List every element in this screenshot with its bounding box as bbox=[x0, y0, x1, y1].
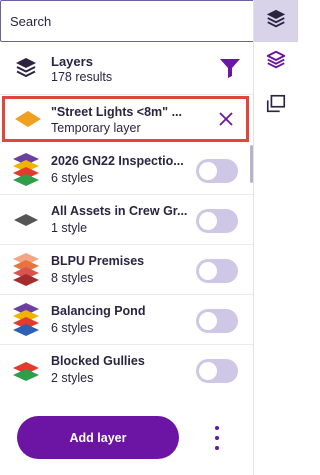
toggle-knob bbox=[199, 312, 217, 330]
close-icon[interactable] bbox=[215, 108, 237, 130]
layer-styles: 2 styles bbox=[51, 371, 94, 385]
temporary-layer-subtitle: Temporary layer bbox=[51, 121, 141, 135]
dot bbox=[215, 446, 219, 450]
layer-name: All Assets in Crew Gr... bbox=[51, 204, 188, 218]
toggle-knob bbox=[199, 362, 217, 380]
funnel-icon[interactable] bbox=[219, 57, 241, 84]
layer-row[interactable]: 2026 GN22 Inspectio... 6 styles bbox=[0, 145, 253, 195]
layer-styles: 6 styles bbox=[51, 321, 94, 335]
multi-style-layer-icon bbox=[11, 152, 41, 188]
layers-panel: Layers 178 results 2026 GN22 Inspectio..… bbox=[0, 0, 254, 475]
panel-footer: Add layer bbox=[0, 395, 253, 475]
layer-visibility-toggle[interactable] bbox=[196, 209, 238, 233]
layer-visibility-toggle[interactable] bbox=[196, 259, 238, 283]
temporary-layer-name: "Street Lights <8m" ... bbox=[51, 105, 182, 119]
dot bbox=[215, 426, 219, 430]
layer-name: 2026 GN22 Inspectio... bbox=[51, 154, 184, 168]
layer-row[interactable]: BLPU Premises 8 styles bbox=[0, 245, 253, 295]
layer-styles: 1 style bbox=[51, 221, 88, 235]
layers-stack-icon bbox=[14, 56, 38, 85]
layer-name: Balancing Pond bbox=[51, 304, 146, 318]
layer-row[interactable]: All Assets in Crew Gr... 1 style bbox=[0, 195, 253, 245]
dot bbox=[215, 436, 219, 440]
toggle-knob bbox=[199, 262, 217, 280]
temporary-layer-row[interactable]: "Street Lights <8m" ... Temporary layer bbox=[2, 96, 249, 142]
layers-title: Layers bbox=[51, 54, 93, 69]
layer-row[interactable]: Blocked Gullies 2 styles bbox=[0, 345, 253, 394]
results-count: 178 results bbox=[51, 70, 113, 84]
layer-visibility-toggle[interactable] bbox=[196, 159, 238, 183]
single-style-layer-icon bbox=[11, 202, 41, 238]
rail-layers-button[interactable] bbox=[254, 0, 298, 42]
layer-styles: 6 styles bbox=[51, 171, 94, 185]
add-layer-button[interactable]: Add layer bbox=[17, 416, 179, 459]
diamond-layer-icon bbox=[13, 109, 43, 134]
copy-windows-icon bbox=[265, 93, 287, 120]
two-style-layer-icon bbox=[11, 352, 41, 388]
multi-style-layer-icon bbox=[11, 252, 41, 288]
rail-windows-button[interactable] bbox=[254, 86, 298, 126]
rail-layers-outline-button[interactable] bbox=[254, 42, 298, 82]
layer-visibility-toggle[interactable] bbox=[196, 359, 238, 383]
more-vertical-icon[interactable] bbox=[209, 426, 225, 450]
toggle-knob bbox=[199, 212, 217, 230]
layers-stack-icon bbox=[265, 8, 287, 35]
layer-styles: 8 styles bbox=[51, 271, 94, 285]
search-box[interactable] bbox=[0, 0, 254, 42]
layer-row[interactable]: Balancing Pond 6 styles bbox=[0, 295, 253, 345]
side-rail bbox=[253, 0, 298, 475]
toggle-knob bbox=[199, 162, 217, 180]
layer-visibility-toggle[interactable] bbox=[196, 309, 238, 333]
search-input[interactable] bbox=[10, 13, 254, 29]
layer-name: BLPU Premises bbox=[51, 254, 145, 268]
multi-style-layer-icon bbox=[11, 302, 41, 338]
layers-outline-icon bbox=[265, 49, 287, 76]
layers-header: Layers 178 results bbox=[0, 43, 253, 93]
layer-name: Blocked Gullies bbox=[51, 354, 145, 368]
